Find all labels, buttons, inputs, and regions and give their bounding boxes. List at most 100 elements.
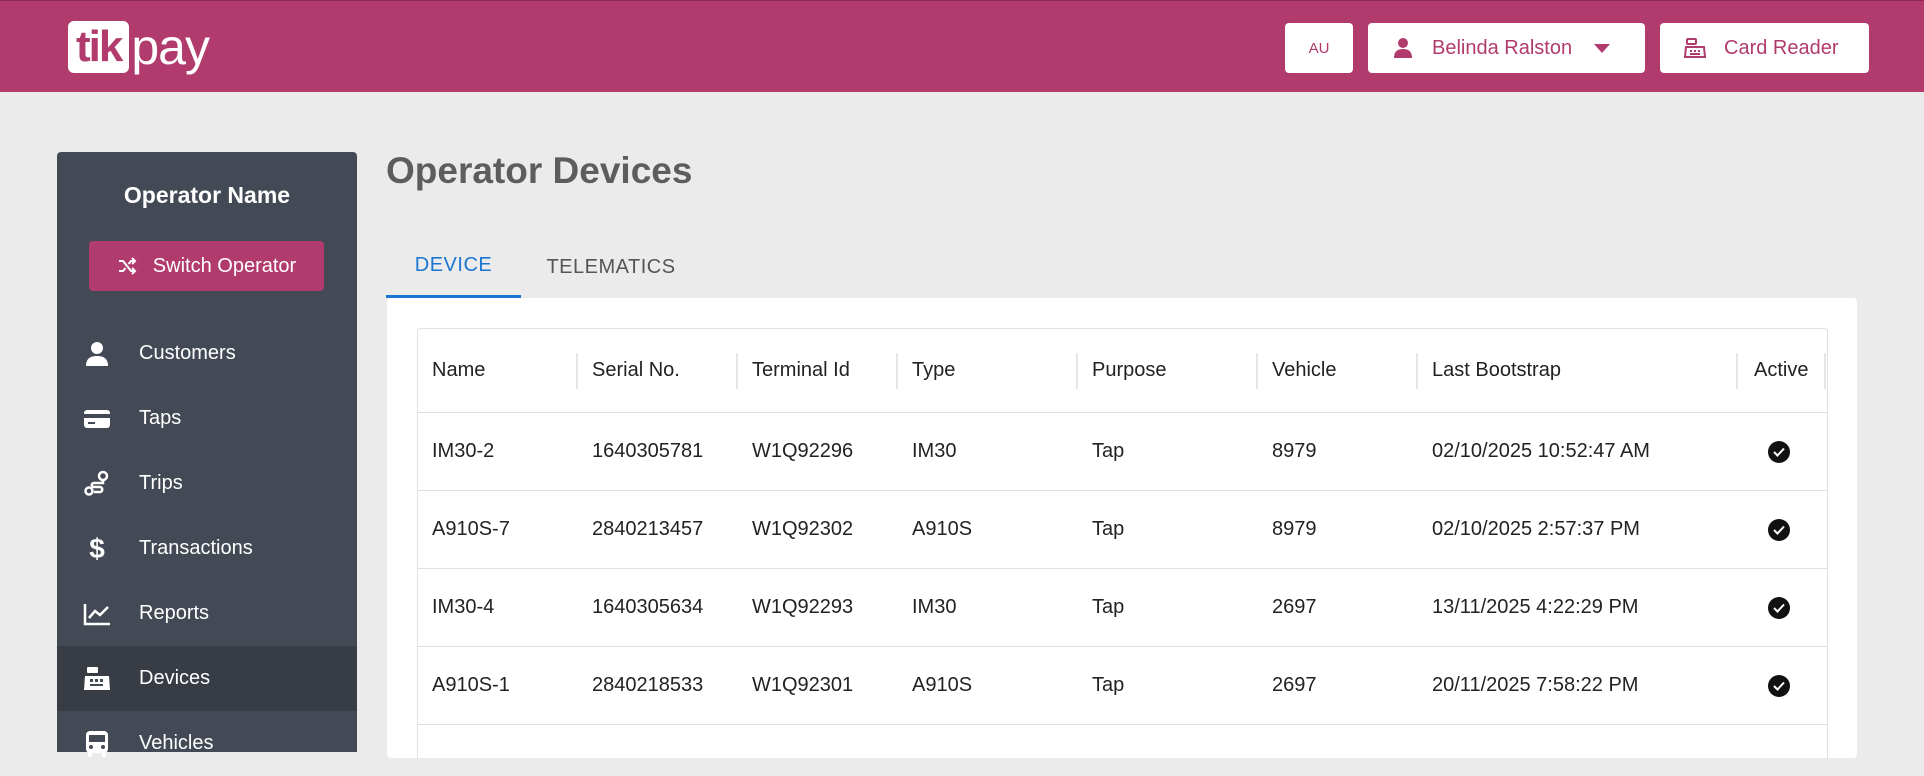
region-label: AU — [1308, 39, 1330, 57]
column-separator[interactable] — [1824, 353, 1826, 389]
cash-register-icon — [1684, 37, 1706, 59]
card-icon — [83, 405, 111, 433]
sidebar-item-trips[interactable]: Trips — [57, 451, 357, 516]
sidebar-item-reports[interactable]: Reports — [57, 581, 357, 646]
column-separator[interactable] — [736, 353, 738, 389]
page-title: Operator Devices — [386, 150, 693, 191]
sidebar-item-label: Reports — [139, 602, 210, 624]
user-name: Belinda Ralston — [1432, 36, 1573, 59]
sidebar-item-vehicles[interactable]: Vehicles — [57, 711, 357, 776]
sidebar-item-label: Customers — [139, 342, 236, 364]
column-header-type[interactable]: Type — [912, 329, 955, 412]
table-row[interactable]: A910S-7 2840213457 W1Q92302 A910S Tap 89… — [418, 491, 1827, 569]
cell-vehicle: 8979 — [1272, 518, 1317, 540]
check-circle-icon — [1768, 518, 1790, 541]
cell-name: IM30-4 — [432, 596, 495, 618]
column-header-purpose[interactable]: Purpose — [1092, 329, 1167, 412]
column-header-terminal-id[interactable]: Terminal Id — [752, 329, 850, 412]
cell-purpose: Tap — [1092, 440, 1125, 462]
column-header-name[interactable]: Name — [432, 329, 485, 412]
tikpay-logo[interactable]: tik pay — [68, 17, 210, 77]
cell-last-bootstrap: 02/10/2025 10:52:47 AM — [1432, 440, 1650, 462]
table-row[interactable]: IM30-4 1640305634 W1Q92293 IM30 Tap 2697… — [418, 569, 1827, 647]
tab-telematics[interactable]: TELEMATICS — [521, 236, 701, 298]
sidebar: Operator Name Switch Operator Customers … — [57, 152, 357, 757]
cell-name: A910S-1 — [432, 674, 510, 696]
cell-name: A910S-7 — [432, 518, 510, 540]
cell-terminal-id: W1Q92293 — [752, 596, 854, 618]
cell-terminal-id: W1Q92302 — [752, 518, 854, 540]
cell-type: IM30 — [912, 596, 957, 618]
switch-operator-button[interactable]: Switch Operator — [89, 241, 324, 291]
operator-name: Operator Name — [123, 182, 291, 208]
column-header-vehicle[interactable]: Vehicle — [1272, 329, 1337, 412]
cell-active — [1768, 413, 1790, 490]
sidebar-item-customers[interactable]: Customers — [57, 321, 357, 386]
cell-name: IM30-2 — [432, 440, 495, 462]
devices-card: Name Serial No. Terminal Id Type Purpose… — [387, 298, 1857, 759]
column-header-active[interactable]: Active — [1754, 329, 1808, 412]
cell-type: A910S — [912, 518, 973, 540]
cell-active — [1768, 569, 1790, 646]
column-header-last-bootstrap[interactable]: Last Bootstrap — [1432, 329, 1561, 412]
cell-purpose: Tap — [1092, 518, 1125, 540]
column-separator[interactable] — [576, 353, 578, 389]
sidebar-item-label: Vehicles — [139, 732, 214, 754]
route-icon — [83, 470, 111, 498]
column-header-serial[interactable]: Serial No. — [592, 329, 680, 412]
logo-text: pay — [131, 19, 210, 75]
sidebar-item-label: Transactions — [139, 537, 253, 559]
column-separator[interactable] — [1256, 353, 1258, 389]
cell-serial: 2840213457 — [592, 518, 704, 540]
cell-purpose: Tap — [1092, 674, 1125, 696]
table-row[interactable]: A910S-1 2840218533 W1Q92301 A910S Tap 26… — [418, 647, 1827, 725]
cell-serial: 1640305781 — [592, 440, 704, 462]
cell-vehicle: 2697 — [1272, 674, 1317, 696]
table-row[interactable]: IM30-2 1640305781 W1Q92296 IM30 Tap 8979… — [418, 413, 1827, 491]
cell-active — [1768, 491, 1790, 568]
cell-serial: 2840218533 — [592, 674, 704, 696]
chevron-down-icon — [1594, 43, 1611, 53]
cash-register-icon — [83, 665, 111, 693]
cell-terminal-id: W1Q92296 — [752, 440, 854, 462]
cell-serial: 1640305634 — [592, 596, 704, 618]
cell-terminal-id: W1Q92301 — [752, 674, 854, 696]
bus-icon — [83, 730, 111, 758]
card-reader-label: Card Reader — [1724, 36, 1839, 59]
sidebar-item-taps[interactable]: Taps — [57, 386, 357, 451]
switch-operator-label: Switch Operator — [152, 254, 297, 277]
check-circle-icon — [1768, 596, 1790, 619]
region-button[interactable]: AU — [1285, 23, 1353, 73]
cell-last-bootstrap: 02/10/2025 2:57:37 PM — [1432, 518, 1640, 540]
dollar-icon: $ — [89, 532, 105, 564]
check-circle-icon — [1768, 674, 1790, 697]
person-icon — [83, 340, 111, 368]
sidebar-item-devices[interactable]: Devices — [57, 646, 357, 711]
table-row[interactable] — [418, 725, 1827, 759]
cell-type: A910S — [912, 674, 973, 696]
user-menu-button[interactable]: Belinda Ralston — [1368, 23, 1645, 73]
cell-type: IM30 — [912, 440, 957, 462]
sidebar-item-transactions[interactable]: $ Transactions — [57, 516, 357, 581]
cell-purpose: Tap — [1092, 596, 1125, 618]
table-header: Name Serial No. Terminal Id Type Purpose… — [418, 329, 1827, 413]
cell-last-bootstrap: 13/11/2025 4:22:29 PM — [1432, 596, 1639, 618]
person-icon — [1392, 37, 1414, 59]
sidebar-item-label: Devices — [139, 667, 211, 689]
column-separator[interactable] — [896, 353, 898, 389]
check-circle-icon — [1768, 440, 1790, 463]
card-reader-button[interactable]: Card Reader — [1660, 23, 1869, 73]
column-separator[interactable] — [1416, 353, 1418, 389]
cell-vehicle: 2697 — [1272, 596, 1317, 618]
cell-vehicle: 8979 — [1272, 440, 1317, 462]
chart-icon — [83, 600, 111, 628]
shuffle-icon — [117, 256, 137, 276]
top-app-bar: tik pay AU Belinda Ralston Card Reader — [0, 0, 1924, 92]
column-separator[interactable] — [1076, 353, 1078, 389]
sidebar-item-label: Taps — [139, 407, 182, 429]
column-separator[interactable] — [1736, 353, 1738, 389]
tab-device[interactable]: DEVICE — [386, 236, 521, 298]
sidebar-item-label: Trips — [139, 472, 183, 494]
cell-active — [1768, 647, 1790, 724]
devices-table: Name Serial No. Terminal Id Type Purpose… — [417, 328, 1828, 759]
